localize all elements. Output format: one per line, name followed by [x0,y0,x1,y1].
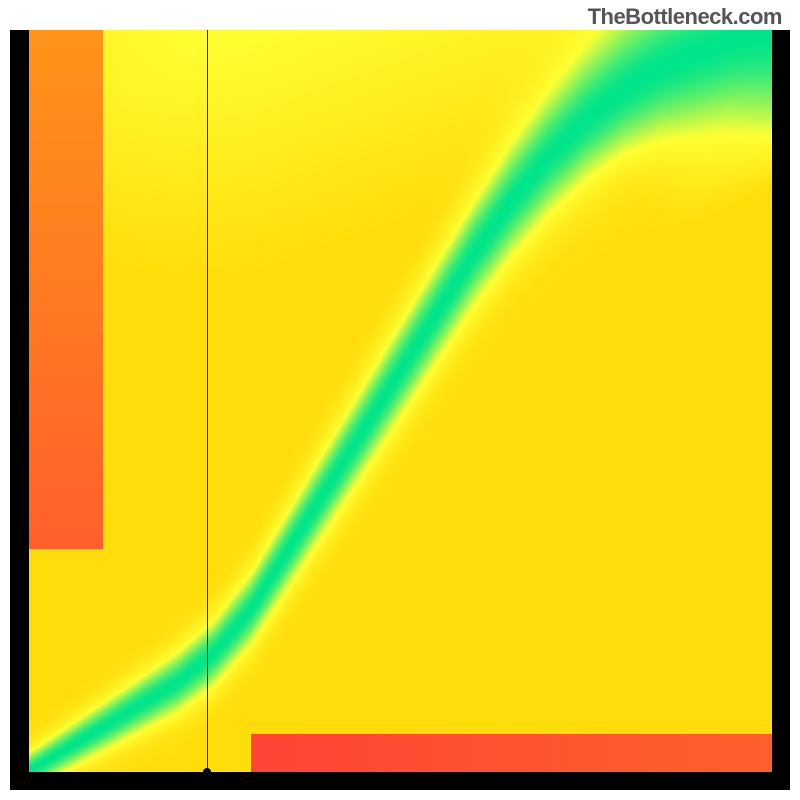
plot-frame [10,30,790,790]
y-axis-line [28,30,29,773]
page-root: TheBottleneck.com [0,0,800,800]
x-axis-line [28,772,772,773]
heatmap-area [28,30,772,772]
marker-vertical-line [207,30,208,772]
watermark-text: TheBottleneck.com [588,4,782,30]
marker-dot [203,768,211,776]
heatmap-canvas [28,30,772,772]
